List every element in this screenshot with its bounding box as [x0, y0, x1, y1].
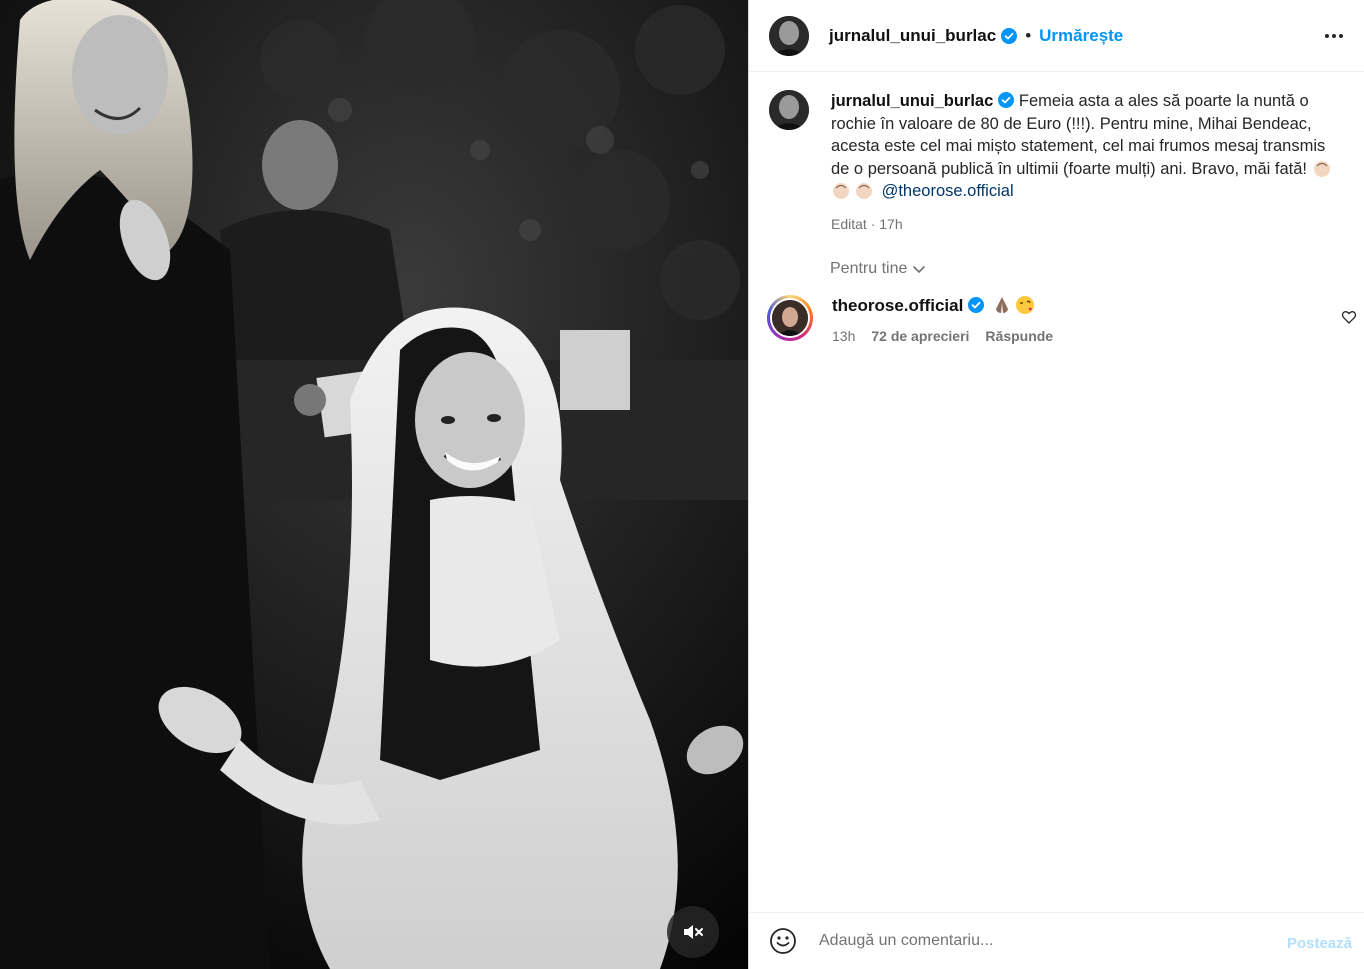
post-dialog: jurnalul_unui_burlac • Urmărește jurnalu… [0, 0, 1364, 969]
chevron-down-icon [913, 266, 926, 274]
face-blowing-kiss-icon [1015, 296, 1034, 314]
folded-hands-icon [995, 297, 1008, 313]
post-photo [0, 0, 748, 969]
speaker-muted-icon [684, 925, 703, 939]
comment-sort-dropdown[interactable]: Pentru tine [830, 260, 927, 278]
verified-badge-icon [998, 92, 1015, 108]
caption-edited-time: Editat · 17h [831, 215, 903, 232]
story-ring[interactable] [767, 295, 813, 341]
caption-body: jurnalul_unui_burlac Femeia asta a ales … [831, 90, 1341, 235]
comment-meta: 13h 72 de aprecieri Răspunde [832, 328, 1053, 344]
comment-time[interactable]: 13h [832, 328, 855, 344]
caption-username[interactable]: jurnalul_unui_burlac [831, 92, 993, 110]
comment-item: theorose.official 13h 72 de aprecieri Ră… [767, 295, 1357, 344]
post-side-panel: jurnalul_unui_burlac • Urmărește jurnalu… [749, 0, 1364, 969]
clapping-hands-icon [833, 183, 849, 199]
follow-button[interactable]: Urmărește [1039, 26, 1123, 46]
comment-body: theorose.official 13h 72 de aprecieri Ră… [832, 295, 1053, 344]
clapping-hands-icon [1313, 160, 1330, 177]
comment-likes[interactable]: 72 de aprecieri [871, 328, 969, 344]
commenter-avatar-image [772, 300, 808, 336]
like-comment-heart-icon[interactable] [1341, 309, 1357, 325]
caption-mention-link[interactable]: @theorose.official [882, 182, 1014, 200]
author-username[interactable]: jurnalul_unui_burlac [829, 26, 996, 46]
comment-composer: Postează [749, 912, 1364, 969]
mute-toggle-button[interactable] [667, 906, 719, 958]
clapping-hands-icon [856, 183, 872, 199]
more-options-icon[interactable] [1320, 22, 1348, 50]
author-avatar-image [769, 15, 809, 56]
verified-badge-icon [1001, 27, 1018, 44]
post-media[interactable] [0, 0, 749, 969]
post-header: jurnalul_unui_burlac • Urmărește [749, 0, 1364, 72]
verified-badge-icon [968, 297, 985, 313]
post-caption: jurnalul_unui_burlac Femeia asta a ales … [769, 90, 1349, 235]
post-comment-button[interactable]: Postează [1287, 935, 1352, 952]
comment-sort-label: Pentru tine [830, 260, 908, 277]
commenter-avatar [772, 300, 808, 336]
comment-input[interactable] [819, 932, 1259, 950]
reply-button[interactable]: Răspunde [985, 328, 1053, 344]
commenter-username[interactable]: theorose.official [832, 296, 963, 315]
author-avatar[interactable] [769, 15, 809, 56]
caption-author-avatar[interactable] [769, 90, 809, 130]
header-separator: • [1025, 25, 1032, 45]
caption-avatar-image [769, 90, 809, 130]
emoji-picker-icon[interactable] [769, 927, 797, 955]
